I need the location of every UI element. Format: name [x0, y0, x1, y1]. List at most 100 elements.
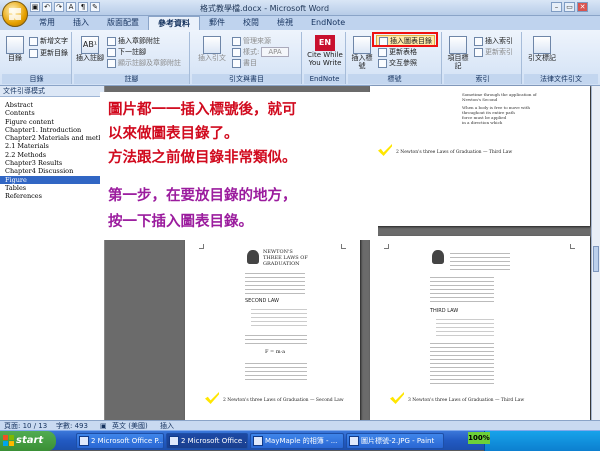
office-app-icon: [79, 436, 89, 446]
bibliography-label: 書目: [243, 59, 257, 67]
body-text-block: [430, 274, 494, 304]
mark-entry-label: 項目標記: [447, 54, 469, 70]
nav-item-references[interactable]: References: [0, 192, 104, 200]
update-toc-button[interactable]: 更新目錄: [29, 48, 68, 58]
document-map-header[interactable]: 文件引導模式: [0, 86, 104, 97]
tab-page-layout[interactable]: 版面配置: [98, 16, 148, 30]
show-notes-icon: [107, 58, 116, 68]
nav-item-materials[interactable]: 2.1 Materials: [0, 142, 104, 150]
nav-item-chapter3[interactable]: Chapter3 Results: [0, 159, 104, 167]
taskbar-item-label: 圖片標號-2.JPG - Paint: [361, 437, 435, 445]
style-value: APA: [261, 47, 289, 57]
qat-paragraph-icon[interactable]: ¶: [78, 2, 88, 12]
show-notes-button[interactable]: 顯示註腳及章節附註: [107, 58, 181, 68]
insert-endnote-label: 插入章節附註: [118, 37, 160, 45]
toc-button[interactable]: 目錄: [4, 36, 26, 62]
tab-references[interactable]: 參考資料: [148, 16, 200, 30]
nav-item-methods[interactable]: 2.2 Methods: [0, 151, 104, 159]
text-line: Newton's Second: [462, 97, 498, 102]
insert-citation-label: 插入引文: [198, 54, 226, 62]
style-select[interactable]: 樣式: APA: [232, 47, 289, 57]
taskbar-item[interactable]: 2 Microsoft Office P...: [76, 433, 164, 449]
nav-item-figure-content[interactable]: Figure content: [0, 118, 104, 126]
callout-line-3: 方法跟之前做目錄非常類似。: [108, 150, 297, 166]
office-button[interactable]: [2, 1, 28, 27]
qat-undo-icon[interactable]: ↶: [42, 2, 52, 12]
insert-footnote-button[interactable]: AB¹ 插入註腳: [76, 36, 104, 62]
newton-portrait: [432, 250, 444, 264]
start-button[interactable]: start: [0, 431, 56, 451]
add-text-icon: [29, 36, 38, 46]
manage-sources-button[interactable]: 管理來源: [232, 36, 271, 46]
figure-caption: 2 Newton's three Laws of Graduation — Th…: [396, 150, 513, 155]
callout-line-5: 按一下插入圖表目錄。: [108, 214, 253, 230]
formula: F = m·a: [265, 349, 286, 355]
group-index-label: 索引: [444, 74, 521, 84]
taskbar-item[interactable]: MayMaple 的相簿 - ...: [250, 433, 344, 449]
group-citations: 插入引文 管理來源 樣式: APA 書目 引文與書目: [192, 32, 302, 84]
nav-item-chapter1[interactable]: Chapter1. Introduction: [0, 126, 104, 134]
show-notes-label: 顯示註腳及章節附註: [118, 59, 181, 67]
footnote-icon: AB¹: [81, 36, 99, 54]
minimize-button[interactable]: –: [551, 2, 562, 12]
add-text-button[interactable]: 新增文字: [29, 36, 68, 46]
figure-caption: 3 Newton's three Laws of Graduation — Th…: [408, 398, 525, 403]
caption-icon: [353, 36, 371, 54]
qat-font-icon[interactable]: A: [66, 2, 76, 12]
body-text-block: [245, 332, 307, 346]
group-endnote-label: EndNote: [304, 74, 345, 84]
callout-line-4: 第一步，在要放目錄的地方，: [108, 188, 297, 204]
vertical-scrollbar[interactable]: [591, 86, 600, 420]
mark-entry-button[interactable]: 項目標記: [446, 36, 470, 70]
cross-reference-button[interactable]: 交互參照: [378, 58, 417, 68]
nav-item-figure[interactable]: Figure: [0, 175, 104, 184]
bibliography-button[interactable]: 書目: [232, 58, 257, 68]
crop-mark: [570, 244, 575, 249]
insert-table-of-figures-button[interactable]: 插入圖表目錄: [376, 35, 435, 47]
tab-home[interactable]: 常用: [30, 16, 64, 30]
tab-endnote[interactable]: EndNote: [302, 16, 354, 30]
tab-insert[interactable]: 插入: [64, 16, 98, 30]
insert-footnote-label: 插入註腳: [76, 54, 104, 62]
cwyw-label: Cite While You Write: [307, 51, 343, 67]
nav-item-contents[interactable]: Contents: [0, 109, 104, 117]
update-table-button[interactable]: 更新表格: [378, 47, 417, 57]
nav-item-tables[interactable]: Tables: [0, 184, 104, 192]
update-index-icon: [474, 47, 483, 57]
maximize-button[interactable]: ▭: [564, 2, 575, 12]
next-footnote-button[interactable]: 下一註腳: [107, 47, 146, 57]
add-text-label: 新增文字: [40, 37, 68, 45]
tab-view[interactable]: 檢視: [268, 16, 302, 30]
body-text-block: [430, 340, 494, 384]
window-title: 格式教學檔.docx - Microsoft Word: [200, 4, 330, 13]
insert-index-button[interactable]: 插入索引: [474, 36, 513, 46]
tab-review[interactable]: 校閱: [234, 16, 268, 30]
toc-icon: [6, 36, 24, 54]
zoom-level[interactable]: 100%: [468, 432, 490, 444]
document-map-list: Abstract Contents Figure content Chapter…: [0, 97, 114, 201]
scroll-thumb[interactable]: [593, 246, 599, 272]
qat-edit-icon[interactable]: ✎: [90, 2, 100, 12]
tab-mailings[interactable]: 郵件: [200, 16, 234, 30]
insert-citation-button[interactable]: 插入引文: [196, 36, 228, 62]
toc-label: 目錄: [8, 54, 22, 62]
nav-item-chapter2[interactable]: Chapter2 Materials and methods: [0, 134, 114, 142]
qat-redo-icon[interactable]: ↷: [54, 2, 64, 12]
highlight-check-icon: [390, 392, 404, 404]
taskbar-item[interactable]: 2 Microsoft Office ...: [166, 433, 248, 449]
taskbar-item[interactable]: 圖片標號-2.JPG - Paint: [346, 433, 444, 449]
endnote-icon: [107, 36, 116, 46]
insert-index-label: 插入索引: [485, 37, 513, 45]
mark-citation-button[interactable]: 引文標記: [528, 36, 556, 62]
qat-save-icon[interactable]: ▣: [30, 2, 40, 12]
insert-endnote-button[interactable]: 插入章節附註: [107, 36, 160, 46]
close-button[interactable]: ✕: [577, 2, 588, 12]
insert-caption-button[interactable]: 插入標號: [350, 36, 374, 70]
nav-item-chapter4[interactable]: Chapter4 Discussion: [0, 167, 104, 175]
update-index-label: 更新索引: [485, 48, 513, 56]
group-index: 項目標記 插入索引 更新索引 索引: [444, 32, 522, 84]
update-index-button[interactable]: 更新索引: [474, 47, 513, 57]
update-table-label: 更新表格: [389, 48, 417, 56]
nav-item-abstract[interactable]: Abstract: [0, 101, 104, 109]
cite-while-you-write-button[interactable]: EN Cite While You Write: [306, 35, 344, 67]
